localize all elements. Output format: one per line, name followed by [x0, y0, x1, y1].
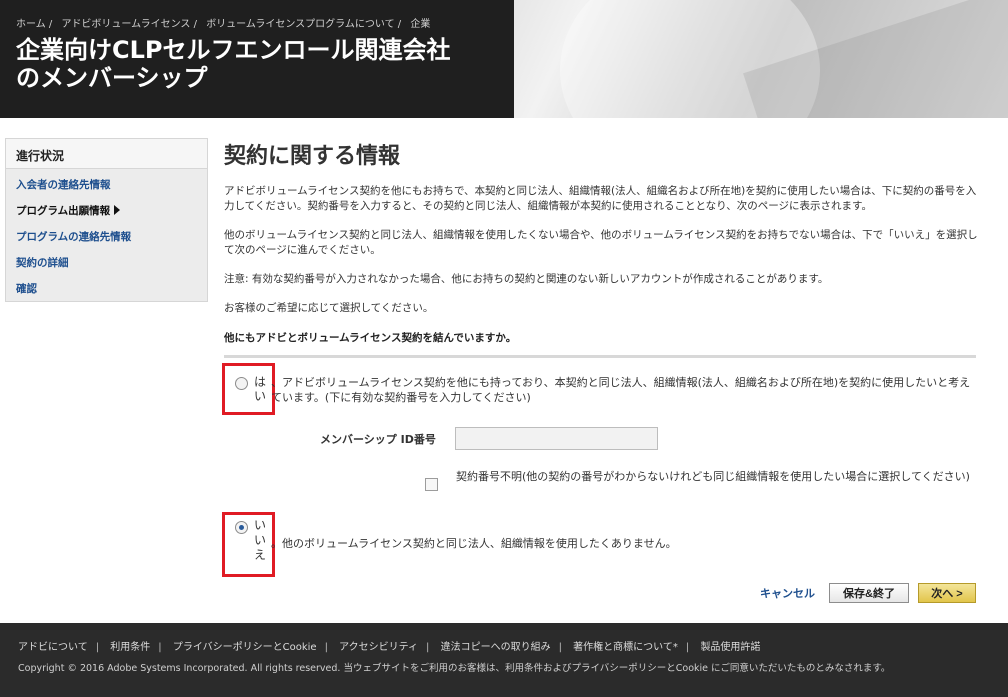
sidebar-item-confirm[interactable]: 確認	[16, 279, 197, 305]
footer-link-license[interactable]: 製品使用許諾	[700, 642, 760, 653]
breadcrumb-program-about[interactable]: ボリュームライセンスプログラムについて /	[206, 19, 401, 30]
page-footer: アドビについて | 利用条件 | プライバシーポリシーとCookie | アクセシビリ…	[0, 623, 1008, 697]
footer-separator: |	[426, 642, 430, 653]
footer-link-privacy[interactable]: プライバシーポリシーとCookie	[173, 642, 317, 653]
sidebar-item-label: 契約の詳細	[16, 257, 69, 269]
unknown-contract-checkbox[interactable]	[425, 478, 438, 491]
option-yes-text: 、アドビボリュームライセンス契約を他にも持っており、本契約と同じ法人、組織情報(…	[271, 376, 971, 404]
section-heading: 契約に関する情報	[224, 144, 401, 169]
sidebar-item-program-application: プログラム出願情報	[16, 201, 197, 227]
sidebar-item-label: プログラム出願情報	[16, 205, 111, 217]
cancel-button[interactable]: キャンセル	[760, 585, 815, 601]
radio-no[interactable]	[235, 521, 248, 534]
option-no-text: 。他のボリュームライセンス契約と同じ法人、組織情報を使用したくありません。	[271, 537, 677, 550]
sidebar-heading: 進行状況	[6, 139, 207, 169]
footer-separator: |	[558, 642, 562, 653]
progress-steps: 入会者の連絡先情報 プログラム出願情報 プログラムの連絡先情報 契約の詳細 確認	[6, 169, 207, 311]
sidebar-item-enrollee-contact[interactable]: 入会者の連絡先情報	[16, 175, 197, 201]
save-exit-button[interactable]: 保存&終了	[829, 583, 909, 603]
footer-link-about[interactable]: アドビについて	[18, 642, 88, 653]
footer-link-trademarks[interactable]: 著作権と商標について*	[573, 642, 678, 653]
question-heading: 他にもアドビとボリュームライセンス契約を結んでいますか。	[224, 330, 976, 358]
footer-link-terms[interactable]: 利用条件	[110, 642, 150, 653]
page-header: ホーム / アドビボリュームライセンス / ボリュームライセンスプログラムについ…	[0, 0, 1008, 118]
header-title-panel: ホーム / アドビボリュームライセンス / ボリュームライセンスプログラムについ…	[0, 0, 514, 118]
next-button[interactable]: 次へ >	[918, 583, 976, 603]
intro-paragraph: アドビボリュームライセンス契約を他にもお持ちで、本契約と同じ法人、組織情報(法人…	[224, 185, 977, 212]
membership-id-label: メンバーシップ ID番号	[320, 433, 436, 446]
sidebar-item-label: 確認	[16, 283, 37, 295]
option-no-label: いいえ	[254, 518, 267, 562]
footer-separator: |	[158, 642, 162, 653]
breadcrumb-volume-licensing[interactable]: アドビボリュームライセンス /	[61, 19, 197, 30]
highlight-box-yes	[222, 363, 275, 415]
breadcrumb-current: 企業	[410, 19, 431, 30]
sidebar-item-label: 入会者の連絡先情報	[16, 179, 111, 191]
footer-separator: |	[685, 642, 690, 653]
radio-yes[interactable]	[235, 377, 248, 390]
highlight-box-no	[222, 512, 275, 577]
sidebar-item-contract-details[interactable]: 契約の詳細	[16, 253, 197, 279]
notice-paragraph: 注意: 有効な契約番号が入力されなかった場合、他にお持ちの契約と関連のない新しい…	[224, 273, 829, 285]
breadcrumb: ホーム / アドビボリュームライセンス / ボリュームライセンスプログラムについ…	[16, 15, 436, 30]
progress-sidebar: 進行状況 入会者の連絡先情報 プログラム出願情報 プログラムの連絡先情報 契約の…	[5, 138, 208, 302]
option-yes-label: はい	[254, 375, 267, 403]
footer-link-accessibility[interactable]: アクセシビリティ	[339, 642, 418, 653]
breadcrumb-home[interactable]: ホーム /	[16, 19, 52, 30]
current-step-arrow-icon	[114, 205, 121, 215]
page-title-line2: のメンバーシップ	[16, 64, 208, 92]
select-prompt: お客様のご希望に応じて選択してください。	[224, 302, 434, 314]
copyright-text: Copyright © 2016 Adobe Systems Incorpora…	[18, 663, 891, 674]
no-option-paragraph: 他のボリュームライセンス契約と同じ法人、組織情報を使用したくない場合や、他のボリ…	[224, 229, 978, 256]
unknown-contract-label: 契約番号不明(他の契約の番号がわからないけれども同じ組織情報を使用したい場合に選…	[456, 470, 970, 483]
page-title: 企業向けCLPセルフエンロール関連会社 のメンバーシップ	[16, 36, 506, 92]
footer-separator: |	[324, 642, 328, 653]
sidebar-item-program-contact[interactable]: プログラムの連絡先情報	[16, 227, 197, 253]
footer-links: アドビについて | 利用条件 | プライバシーポリシーとCookie | アクセシビリ…	[18, 638, 760, 653]
footer-link-piracy[interactable]: 違法コピーへの取り組み	[441, 642, 551, 653]
main-content: 契約に関する情報 アドビボリュームライセンス契約を他にもお持ちで、本契約と同じ法…	[224, 136, 1004, 358]
membership-id-input[interactable]	[455, 427, 658, 450]
page-title-line1: 企業向けCLPセルフエンロール関連会社	[16, 36, 451, 64]
sidebar-item-label: プログラムの連絡先情報	[16, 231, 132, 243]
footer-separator: |	[95, 642, 100, 653]
